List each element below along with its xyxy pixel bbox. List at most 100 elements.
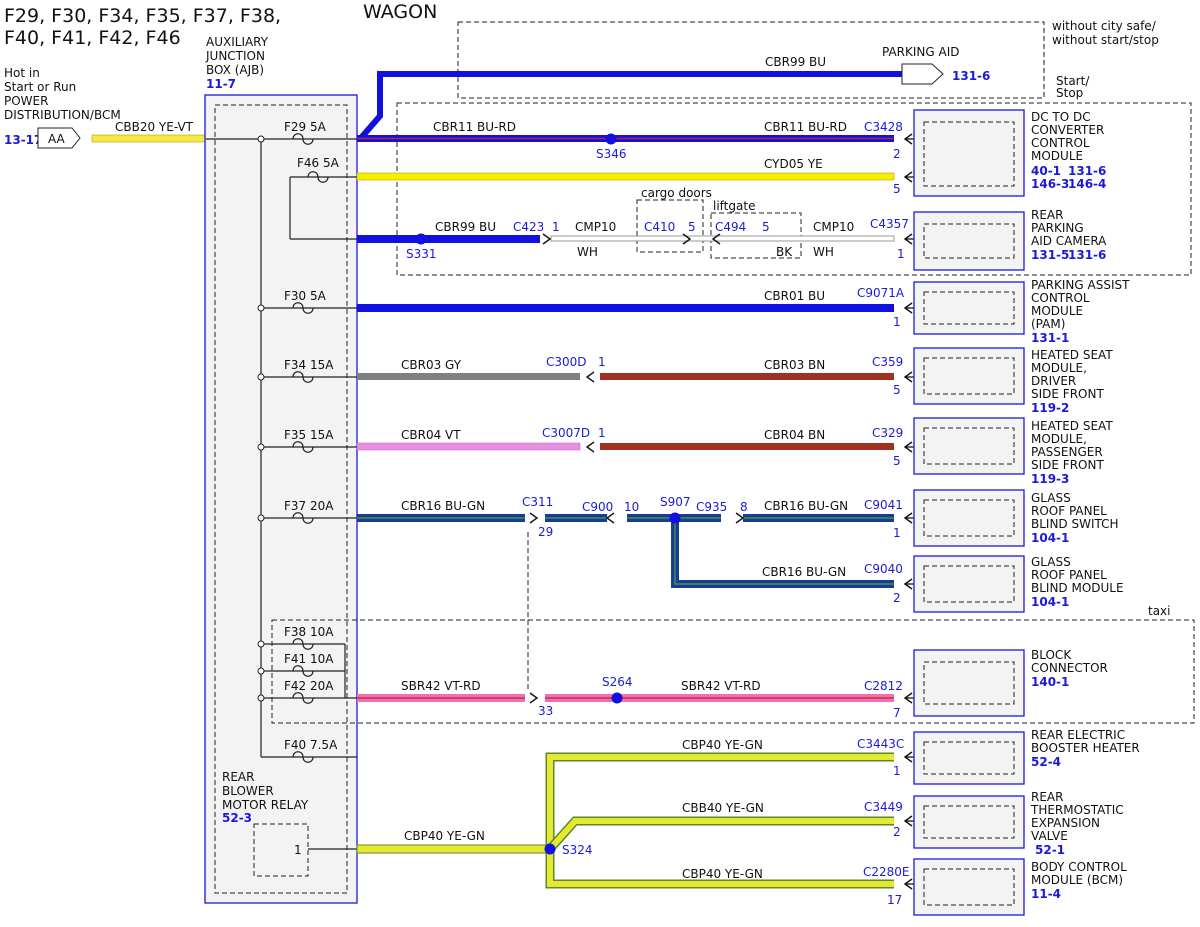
module-boxes (913, 109, 1025, 916)
note-taxi: taxi (1148, 604, 1171, 618)
svg-text:GLASS: GLASS (1031, 491, 1071, 505)
svg-text:MODULE,: MODULE, (1031, 432, 1087, 446)
parking-aid-label: PARKING AID (882, 45, 960, 59)
wire-label-bk: BK (776, 245, 793, 259)
svg-text:BLIND MODULE: BLIND MODULE (1031, 581, 1124, 595)
wire-label-cbp40-src: CBP40 YE-GN (404, 829, 485, 843)
conn-c4357-pin: 1 (897, 247, 905, 261)
relay-label-3: MOTOR RELAY (222, 798, 309, 812)
svg-text:HEATED SEAT: HEATED SEAT (1031, 419, 1113, 433)
note-cargo: cargo doors (641, 186, 712, 200)
conn-c423-pin: 1 (552, 220, 560, 234)
conn-c900: C900 (582, 500, 613, 514)
splice-s346 (605, 133, 617, 145)
source-ref[interactable]: 13-17 (4, 133, 42, 147)
wire-cmp10 (550, 235, 895, 242)
wire-label-cbr03-a: CBR03 GY (401, 358, 462, 372)
svg-text:SIDE FRONT: SIDE FRONT (1031, 458, 1104, 472)
wire-label-cbp40-a: CBP40 YE-GN (682, 738, 763, 752)
conn-c3443c: C3443C (857, 737, 904, 751)
conn-c359: C359 (872, 355, 903, 369)
svg-text:DRIVER: DRIVER (1031, 374, 1076, 388)
conn-c935: C935 (696, 500, 727, 514)
ref-140-1: 140-1 (1031, 675, 1069, 689)
ref-146-4: 146-4 (1068, 177, 1106, 191)
ref-52-1: 52-1 (1035, 843, 1065, 857)
ref-40-1: 40-1 (1031, 164, 1061, 178)
splice-s264 (611, 692, 623, 704)
conn-c3428-pin2: 5 (893, 182, 901, 196)
conn-c9071a: C9071A (857, 286, 905, 300)
relay-ref[interactable]: 52-3 (222, 811, 252, 825)
conn-c3428: C3428 (864, 120, 903, 134)
source-label-4: DISTRIBUTION/BCM (4, 108, 121, 122)
wire-label-sbr42-a: SBR42 VT-RD (401, 679, 481, 693)
wire-cbr03-bn (600, 373, 894, 380)
svg-text:HEATED SEAT: HEATED SEAT (1031, 348, 1113, 362)
splice-s324 (544, 843, 556, 855)
conn-c3007d-pin: 1 (598, 426, 606, 440)
ref-131-6-dcdc: 131-6 (1068, 164, 1106, 178)
svg-text:ROOF PANEL: ROOF PANEL (1031, 568, 1107, 582)
ref-104-1-switch: 104-1 (1031, 531, 1069, 545)
svg-text:CONTROL: CONTROL (1031, 291, 1090, 305)
wire-label-wh-a: WH (577, 245, 598, 259)
splice-label-s264: S264 (602, 675, 633, 689)
conn-c2280e: C2280E (863, 865, 910, 879)
ref-52-4: 52-4 (1031, 755, 1061, 769)
parking-aid-ref[interactable]: 131-6 (952, 69, 990, 83)
svg-text:THERMOSTATIC: THERMOSTATIC (1030, 803, 1124, 817)
svg-text:BLOCK: BLOCK (1031, 648, 1072, 662)
fuse-f38: F38 10A (284, 625, 334, 639)
source-label-2: Start or Run (4, 80, 76, 94)
conn-c311-pin: 29 (538, 525, 553, 539)
svg-text:REAR ELECTRIC: REAR ELECTRIC (1031, 728, 1125, 742)
wire-label-cbr04-a: CBR04 VT (401, 428, 461, 442)
note-liftgate: liftgate (713, 199, 755, 213)
conn-c9041: C9041 (864, 498, 903, 512)
svg-text:SIDE FRONT: SIDE FRONT (1031, 387, 1104, 401)
conn-c900-pin: 10 (624, 500, 639, 514)
relay-label-1: REAR (222, 770, 254, 784)
svg-text:REAR: REAR (1031, 790, 1063, 804)
fuse-list-title-2: F40, F41, F42, F46 (4, 27, 181, 49)
wire-label-cbr03-b: CBR03 BN (764, 358, 825, 372)
splice-label-s331: S331 (406, 247, 437, 261)
svg-text:VALVE: VALVE (1031, 829, 1068, 843)
splice-s331 (415, 233, 427, 245)
ajb-ref[interactable]: 11-7 (206, 77, 236, 91)
splice-label-s346: S346 (596, 147, 627, 161)
fuse-list-title-1: F29, F30, F34, F35, F37, F38, (4, 5, 281, 27)
source-label-1: Hot in (4, 66, 40, 80)
wire-cbr01 (357, 304, 894, 312)
relay-pin: 1 (294, 843, 302, 857)
wire-label-cbr11-b: CBR11 BU-RD (764, 120, 847, 134)
conn-c494: C494 (715, 220, 746, 234)
svg-text:PARKING: PARKING (1031, 221, 1084, 235)
ref-11-4: 11-4 (1031, 887, 1061, 901)
area-without-city-safe (457, 21, 1045, 99)
conn-c2812-pin: 7 (893, 706, 901, 720)
conn-c4357: C4357 (870, 217, 909, 231)
conn-c3449: C3449 (864, 800, 903, 814)
wire-label-cbb20: CBB20 YE-VT (115, 120, 194, 134)
wire-label-sbr42-b: SBR42 VT-RD (681, 679, 761, 693)
svg-text:MODULE: MODULE (1031, 304, 1083, 318)
wire-label-cmp10-b: CMP10 (813, 220, 854, 234)
svg-text:MODULE (BCM): MODULE (BCM) (1031, 873, 1123, 887)
conn-c3428-pin: 2 (893, 147, 901, 161)
module-labels: DC TO DC CONVERTER CONTROL MODULE 40-1 1… (1030, 110, 1140, 901)
relay-label-2: BLOWER (222, 784, 274, 798)
conn-c3007d: C3007D (542, 426, 590, 440)
svg-text:MODULE: MODULE (1031, 149, 1083, 163)
wire-label-cbr99: CBR99 BU (435, 220, 496, 234)
svg-text:ROOF PANEL: ROOF PANEL (1031, 504, 1107, 518)
ref-119-3: 119-3 (1031, 472, 1069, 486)
fuse-f42: F42 20A (284, 679, 334, 693)
ajb-label-1: AUXILIARY (206, 35, 269, 49)
wire-label-cbr16-a: CBR16 BU-GN (401, 499, 485, 513)
svg-text:BOOSTER HEATER: BOOSTER HEATER (1031, 741, 1140, 755)
conn-c329-pin: 5 (893, 454, 901, 468)
ref-131-1: 131-1 (1031, 331, 1069, 345)
conn-c311: C311 (522, 495, 553, 509)
